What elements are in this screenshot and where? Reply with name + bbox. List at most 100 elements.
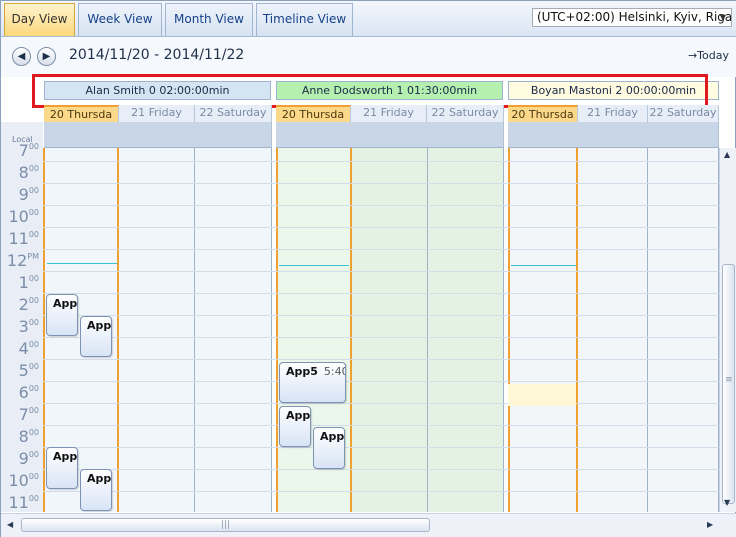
hour-suffix: 00: [28, 494, 39, 503]
hour-label: 900: [19, 185, 39, 204]
tab-day-view[interactable]: Day View: [4, 3, 75, 36]
hour-suffix: 00: [28, 274, 39, 283]
day-header[interactable]: 20 Thursda: [44, 105, 119, 122]
hour-suffix: 00: [28, 230, 39, 239]
appointment[interactable]: App: [313, 427, 345, 469]
hour-line: [43, 205, 719, 206]
all-day-row[interactable]: [44, 122, 272, 148]
hour-suffix: 00: [28, 164, 39, 173]
scheduler-window: Day View Week View Month View Timeline V…: [0, 0, 736, 537]
day-header[interactable]: 20 Thursda: [508, 105, 578, 122]
day-column[interactable]: [428, 148, 504, 512]
hour-label: 1100: [8, 229, 39, 248]
hour-number: 12: [6, 251, 28, 270]
hour-label: 200: [19, 295, 39, 314]
hour-suffix: 00: [28, 362, 39, 371]
hour-number: 10: [8, 471, 29, 490]
hour-number: 2: [18, 295, 29, 314]
appointment-label: App: [87, 472, 112, 485]
horizontal-scrollbar[interactable]: ◀ ||| ▶: [1, 513, 736, 537]
hour-suffix: 00: [28, 472, 39, 481]
appointment[interactable]: App: [279, 406, 311, 447]
hour-line: [43, 161, 719, 162]
hour-label: 400: [19, 339, 39, 358]
chevron-down-icon[interactable]: ▼: [715, 9, 731, 26]
day-column[interactable]: [352, 148, 428, 512]
arrow-right-icon: →: [687, 49, 698, 62]
appointment[interactable]: App: [46, 447, 78, 489]
hour-label: 100: [19, 273, 39, 292]
day-column[interactable]: [508, 148, 578, 512]
hour-label: 1000: [8, 207, 39, 226]
day-header[interactable]: 22 Saturday: [427, 105, 504, 122]
hour-line: [43, 425, 719, 426]
hour-line: [43, 183, 719, 184]
grip-icon: |||: [220, 520, 231, 530]
appointment[interactable]: App: [46, 294, 78, 336]
hour-line: [43, 491, 719, 492]
tab-month-view[interactable]: Month View: [165, 3, 253, 36]
day-column[interactable]: [195, 148, 272, 512]
hour-line: [43, 293, 719, 294]
current-time-line: [47, 263, 117, 264]
tab-week-view[interactable]: Week View: [78, 3, 162, 36]
day-header[interactable]: 22 Saturday: [195, 105, 272, 122]
tab-timeline-view[interactable]: Timeline View: [256, 3, 353, 36]
hour-line: [43, 249, 719, 250]
hour-label: 12PM: [7, 251, 39, 270]
hour-label: 500: [19, 361, 39, 380]
day-header[interactable]: 21 Friday: [119, 105, 195, 122]
hour-label: 600: [19, 383, 39, 402]
date-range-title: 2014/11/20 - 2014/11/22: [69, 47, 245, 63]
appointment[interactable]: App: [80, 469, 112, 511]
appointment-label: App: [87, 319, 112, 332]
today-label: Today: [697, 49, 729, 62]
time-grid[interactable]: App App App App App5 5:40 App App: [43, 148, 719, 512]
hour-number: 1: [18, 273, 29, 292]
scroll-left-icon[interactable]: ◀: [7, 520, 13, 529]
day-header[interactable]: 22 Saturday: [648, 105, 719, 122]
appointment[interactable]: App5 5:40: [279, 362, 346, 403]
all-day-row[interactable]: [508, 122, 719, 148]
appointment-time: 5:40: [323, 365, 345, 378]
appointment[interactable]: App: [80, 316, 112, 357]
timezone-value: (UTC+02:00) Helsinki, Kyiv, Riga,: [537, 10, 732, 24]
hour-suffix: 00: [28, 296, 39, 305]
hour-label: 800: [19, 427, 39, 446]
day-column[interactable]: [578, 148, 648, 512]
day-column[interactable]: [648, 148, 719, 512]
prev-arrow-icon[interactable]: ◀: [12, 47, 31, 66]
hour-label: 900: [19, 449, 39, 468]
current-time-line: [279, 265, 349, 266]
hour-label: 1100: [8, 493, 39, 512]
day-header[interactable]: 21 Friday: [351, 105, 427, 122]
vertical-scroll-thumb[interactable]: ≡: [722, 264, 735, 504]
scroll-up-icon[interactable]: ▲: [724, 150, 730, 159]
day-column[interactable]: [119, 148, 195, 512]
hour-line: [43, 447, 719, 448]
scroll-right-icon[interactable]: ▶: [707, 520, 713, 529]
scroll-down-icon[interactable]: ▼: [724, 498, 730, 507]
day-header[interactable]: 20 Thursda: [276, 105, 351, 122]
hour-suffix: 00: [28, 384, 39, 393]
hour-label: 300: [19, 317, 39, 336]
hour-label: 1000: [8, 471, 39, 490]
today-button[interactable]: →Today: [688, 49, 729, 62]
day-header[interactable]: 21 Friday: [578, 105, 648, 122]
hour-line: [43, 381, 719, 382]
hour-line: [43, 271, 719, 272]
time-ruler: 700 800 900 1000 1100 12PM 100 200 300 400 500 600 7…: [1, 122, 43, 512]
vertical-scrollbar[interactable]: ▲ ≡ ▼: [719, 148, 736, 512]
hour-suffix: 00: [28, 450, 39, 459]
hour-suffix: 00: [28, 428, 39, 437]
hour-line: [43, 359, 719, 360]
timezone-select[interactable]: (UTC+02:00) Helsinki, Kyiv, Riga, ▼: [532, 8, 732, 27]
hour-line: [43, 337, 719, 338]
appointment-label: App: [320, 430, 345, 443]
horizontal-scroll-thumb[interactable]: |||: [21, 518, 430, 532]
all-day-row[interactable]: [276, 122, 504, 148]
appointment-label: App: [53, 297, 78, 310]
hour-number: 4: [18, 339, 29, 358]
next-arrow-icon[interactable]: ▶: [37, 47, 56, 66]
hour-number: 11: [8, 229, 29, 248]
